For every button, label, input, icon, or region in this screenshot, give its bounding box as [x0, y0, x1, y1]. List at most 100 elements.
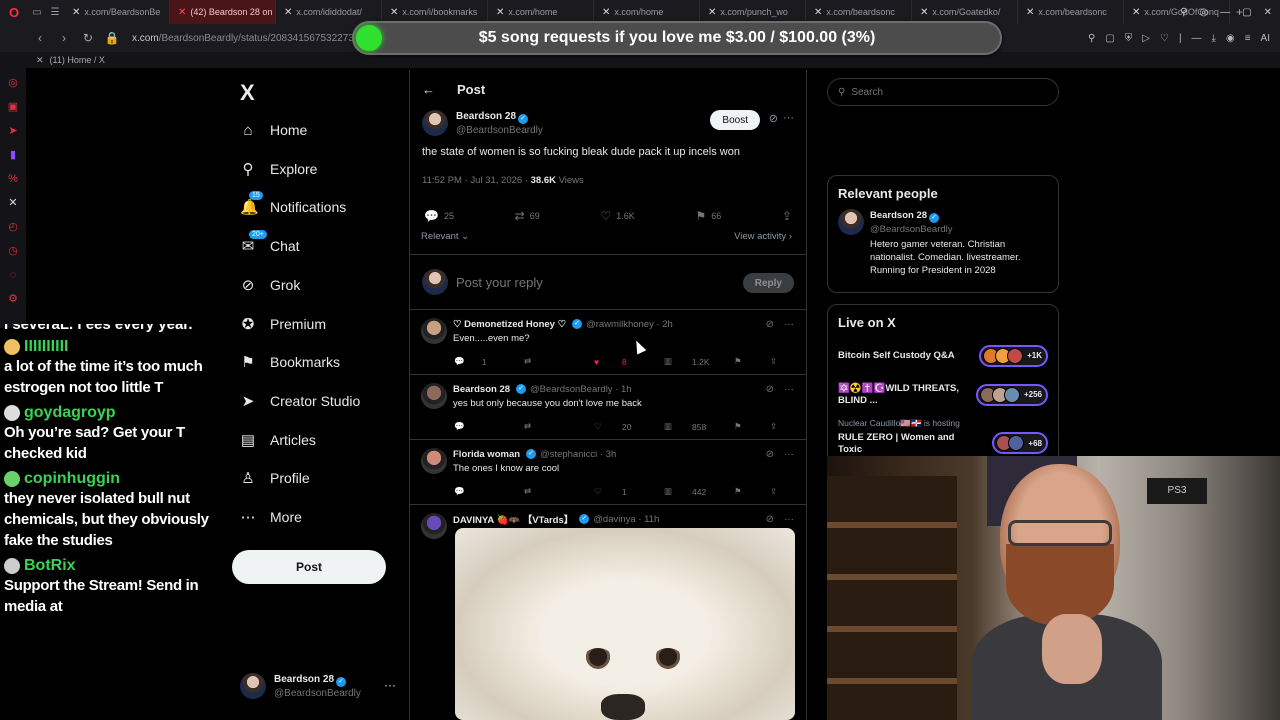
boost-button[interactable]: Boost	[710, 110, 760, 130]
more-icon[interactable]: ···	[784, 319, 794, 330]
chat-username[interactable]: copinhuggin	[4, 470, 220, 488]
chat-username[interactable]: IIIIIIIIII	[4, 338, 220, 356]
reply-author-name[interactable]: DAVINYA 🍓🦇 【VTards】	[453, 512, 573, 526]
live-title[interactable]: RULE ZERO | Women and Toxic	[838, 432, 968, 456]
reply-action[interactable]: 💬 1	[454, 356, 506, 367]
history-icon[interactable]: ◴	[6, 220, 20, 234]
browser-tab[interactable]: ✕(42) Beardson 28 on X: "t	[170, 0, 276, 24]
live-listeners-pill[interactable]: +256	[975, 383, 1048, 406]
nav-item-bookmarks[interactable]: ⚑ Bookmarks	[240, 346, 340, 378]
more-icon[interactable]: ···	[783, 112, 794, 124]
back-icon[interactable]: ‹	[28, 31, 52, 45]
nav-item-notifications[interactable]: 🔔 15 Notifications	[240, 191, 346, 223]
x-app-icon[interactable]: ✕	[6, 196, 20, 210]
nav-item-more[interactable]: ⋯ More	[240, 501, 302, 533]
nav-item-home[interactable]: ⌂ Home	[240, 114, 307, 146]
pin-icon[interactable]: ⚲	[1088, 33, 1095, 44]
dash-icon[interactable]: —	[1192, 33, 1202, 44]
search-input[interactable]: ⚲ Search	[827, 78, 1059, 106]
like-action[interactable]: ♥ 8	[594, 356, 646, 367]
bookmark-action[interactable]: ⚑ 66	[695, 209, 721, 223]
share-icon[interactable]: ⇪	[770, 486, 794, 497]
live-item[interactable]: 🔯☢️✝️☪️WILD THREATS, BLIND ... +256	[828, 375, 1058, 414]
more-icon[interactable]: ···	[784, 449, 794, 460]
person-name[interactable]: Beardson 28	[870, 210, 927, 221]
close-icon[interactable]: ✕	[1264, 7, 1272, 18]
clock-icon[interactable]: ◷	[6, 244, 20, 258]
opera-logo-icon[interactable]: O	[0, 0, 28, 24]
avatar[interactable]	[421, 513, 447, 539]
telegram-icon[interactable]: ➤	[6, 124, 20, 138]
reply-author-name[interactable]: Beardson 28	[453, 384, 510, 395]
nav-item-profile[interactable]: ♙ Profile	[240, 462, 309, 494]
grok-icon[interactable]: ⊘	[766, 384, 774, 395]
chat-username[interactable]: BotRix	[4, 557, 220, 575]
live-title[interactable]: Bitcoin Self Custody Q&A	[838, 350, 968, 362]
nav-item-articles[interactable]: ▤ Articles	[240, 424, 316, 456]
reply-button[interactable]: Reply	[742, 273, 794, 293]
like-action[interactable]: ♡ 1	[594, 486, 646, 497]
reply-handle[interactable]: @davinya · 11h	[593, 514, 659, 525]
grok-icon[interactable]: ⊘	[766, 514, 774, 525]
nav-item-grok[interactable]: ⊘ Grok	[240, 269, 301, 301]
play-icon[interactable]: ▷	[1142, 33, 1150, 44]
minimize-icon[interactable]: —	[1220, 7, 1230, 18]
grok-icon[interactable]: ⊘	[766, 449, 774, 460]
forward-icon[interactable]: ›	[52, 31, 76, 45]
browser-tab[interactable]: ✕ x.com/BeardsonBe	[64, 0, 170, 24]
avatar[interactable]	[421, 448, 447, 474]
reload-icon[interactable]: ↻	[76, 31, 100, 45]
avatar[interactable]	[838, 209, 864, 235]
nav-item-chat[interactable]: ✉ 20+ Chat	[240, 230, 300, 262]
grok-icon[interactable]: ⊘	[766, 319, 774, 330]
heart-icon[interactable]: ♡	[1160, 33, 1169, 44]
back-arrow-icon[interactable]: ←	[422, 82, 435, 97]
repost-action[interactable]: ⇄	[524, 486, 576, 497]
post-media-image[interactable]	[455, 528, 795, 720]
reply-input[interactable]: Post your reply	[456, 275, 543, 290]
reply-action[interactable]: 💬 25	[424, 209, 454, 223]
x-logo-icon[interactable]: X	[240, 80, 255, 106]
tab-grid-icon[interactable]: ▭	[28, 7, 46, 18]
tab-menu-icon[interactable]: ☰	[46, 7, 64, 18]
camera-icon[interactable]: ◉	[1226, 33, 1235, 44]
settings-icon[interactable]: ⚙	[6, 292, 20, 306]
bookmark-icon[interactable]: ⚑	[734, 356, 758, 367]
more-icon[interactable]: ···	[784, 384, 794, 395]
bookmark-icon[interactable]: ⚑	[734, 486, 758, 497]
like-action[interactable]: ♡ 20	[594, 421, 646, 432]
reply-handle[interactable]: @BeardsonBeardly · 1h	[530, 384, 632, 395]
search-tabs-icon[interactable]: ⚲	[1180, 7, 1187, 18]
ai-button[interactable]: AI	[1261, 33, 1270, 44]
relevant-person[interactable]: Beardson 28 ✓ @BeardsonBeardly Hetero gam…	[828, 207, 1058, 285]
nav-item-explore[interactable]: ⚲ Explore	[240, 153, 318, 185]
more-icon[interactable]: ···	[384, 678, 396, 692]
nav-item-premium[interactable]: ✪ Premium	[240, 308, 326, 340]
author-handle[interactable]: @BeardsonBeardly	[456, 124, 543, 137]
live-title[interactable]: 🔯☢️✝️☪️WILD THREATS, BLIND ...	[838, 383, 968, 407]
share-icon[interactable]: ⇪	[770, 356, 794, 367]
url-field[interactable]: x.com/BeardsonBeardly/status/20834156753…	[132, 33, 376, 44]
post-timestamp[interactable]: 11:52 PM · Jul 31, 2026 ·	[422, 175, 531, 186]
live-listeners-pill[interactable]: +68	[992, 432, 1048, 454]
views-action[interactable]: ▥ 442	[664, 486, 716, 497]
avatar[interactable]	[421, 383, 447, 409]
views-action[interactable]: ▥ 1.2K	[664, 356, 716, 367]
chat-bubble-icon[interactable]: ◌	[6, 268, 20, 282]
repost-action[interactable]: ⇄ 69	[515, 209, 540, 223]
like-action[interactable]: ♡ 1.6K	[600, 209, 634, 223]
grok-icon[interactable]: ⊘	[769, 112, 778, 125]
sort-dropdown[interactable]: Relevant ⌄	[421, 231, 469, 242]
author-name[interactable]: Beardson 28	[456, 111, 516, 122]
post-button[interactable]: Post	[232, 550, 386, 584]
reply-handle[interactable]: @stephanicci · 3h	[540, 449, 616, 460]
nav-item-creator-studio[interactable]: ➤ Creator Studio	[240, 385, 361, 417]
chat-username[interactable]: goydagroyp	[4, 404, 220, 422]
maximize-icon[interactable]: ▢	[1242, 7, 1251, 18]
avatar[interactable]	[421, 318, 447, 344]
repost-action[interactable]: ⇄	[524, 356, 576, 367]
reply-item[interactable]: ♡ Demonetized Honey ♡ ✓ @rawmilkhoney · 2h…	[410, 310, 806, 375]
messenger-icon[interactable]: ◎	[6, 76, 20, 90]
more-icon[interactable]: ···	[784, 514, 794, 525]
reply-action[interactable]: 💬	[454, 421, 506, 432]
